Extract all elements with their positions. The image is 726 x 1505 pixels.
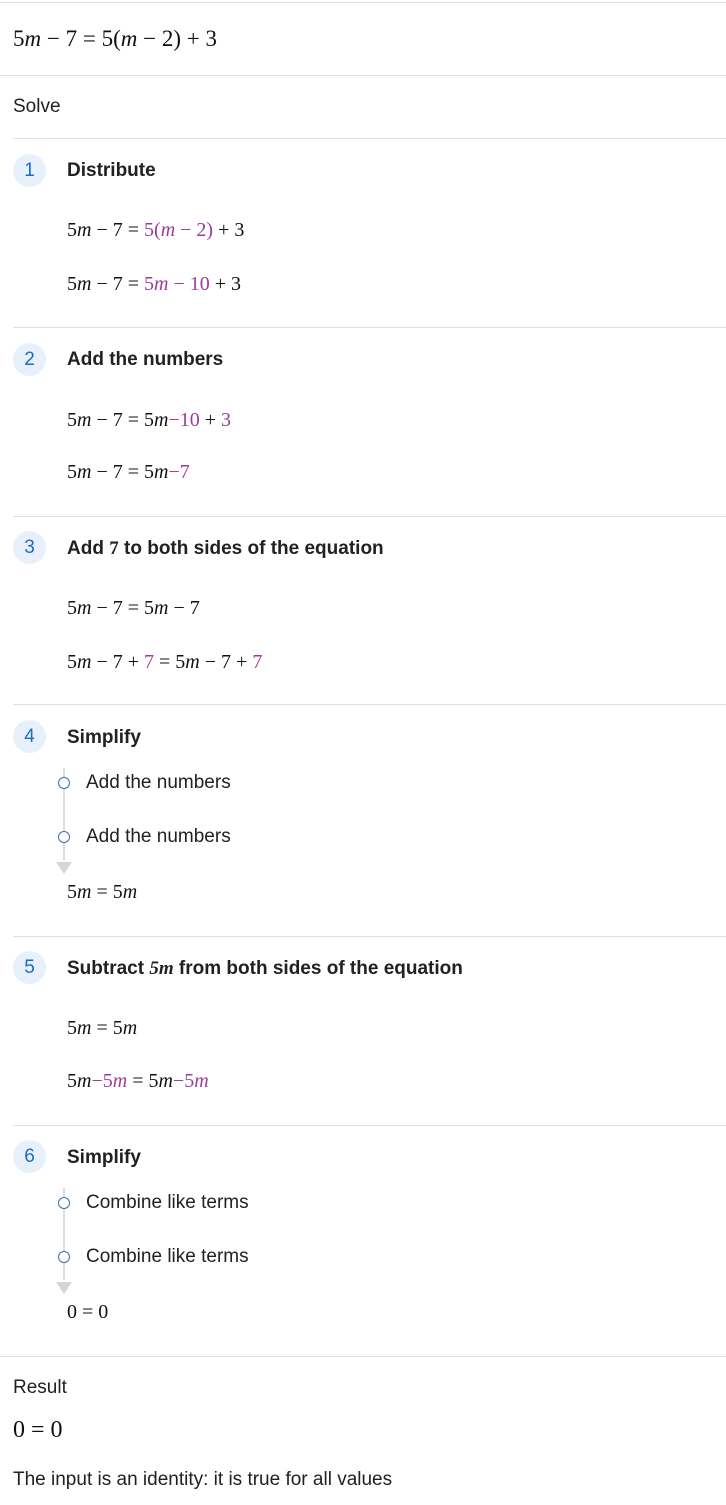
step-title-suffix: to both sides of the equation <box>124 538 384 559</box>
step-title-suffix: from both sides of the equation <box>178 958 463 979</box>
step-line: 5m − 7 = 5m − 7 <box>67 597 200 619</box>
substep-item[interactable]: Add the numbers <box>86 772 231 794</box>
step-number-badge: 5 <box>13 951 46 984</box>
step-line: 5m − 7 = 5m − 10 + 3 <box>67 273 242 295</box>
input-equation: 5m − 7 = 5(m − 2) + 3 <box>13 26 217 51</box>
step-line: 5m−5m = 5m−5m <box>67 1070 209 1092</box>
step-title: Simplify <box>67 1147 141 1168</box>
result-label: Result <box>13 1377 67 1398</box>
step-title: Add 7 to both sides of the equation <box>67 538 384 560</box>
divider <box>13 704 726 705</box>
divider <box>0 1356 726 1357</box>
divider <box>13 327 726 328</box>
step-title: Simplify <box>67 727 141 748</box>
step-line: 5m = 5m <box>67 1017 138 1039</box>
timeline-dot-icon[interactable] <box>58 1197 70 1209</box>
solve-label: Solve <box>13 96 61 117</box>
divider <box>13 516 726 517</box>
step-number-badge: 3 <box>13 531 46 564</box>
step-number-badge: 4 <box>13 720 46 753</box>
step-title-term: 7 <box>109 538 119 559</box>
step-number-badge: 2 <box>13 343 46 376</box>
substep-item[interactable]: Add the numbers <box>86 826 231 848</box>
step-title: Subtract 5m from both sides of the equat… <box>67 958 463 980</box>
arrow-down-icon <box>56 1282 72 1294</box>
step-number-badge: 6 <box>13 1140 46 1173</box>
substep-item[interactable]: Combine like terms <box>86 1192 249 1214</box>
step-line: 5m − 7 + 7 = 5m − 7 + 7 <box>67 651 263 673</box>
divider <box>13 936 726 937</box>
divider <box>0 75 726 76</box>
divider <box>0 2 726 3</box>
step-result: 5m = 5m <box>67 881 138 903</box>
divider <box>13 1125 726 1126</box>
timeline-dot-icon[interactable] <box>58 777 70 789</box>
step-line: 5m − 7 = 5(m − 2) + 3 <box>67 219 245 241</box>
step-result: 0 = 0 <box>67 1301 109 1323</box>
result-note: The input is an identity: it is true for… <box>13 1469 393 1490</box>
step-title-term: 5m <box>149 958 174 979</box>
step-line: 5m − 7 = 5m−7 <box>67 461 190 483</box>
timeline-dot-icon[interactable] <box>58 1251 70 1263</box>
step-title-prefix: Add <box>67 538 104 559</box>
result-equation: 0 = 0 <box>13 1417 63 1443</box>
step-title: Distribute <box>67 160 156 181</box>
arrow-down-icon <box>56 862 72 874</box>
step-title-prefix: Subtract <box>67 958 145 979</box>
timeline-dot-icon[interactable] <box>58 831 70 843</box>
divider <box>13 138 726 139</box>
step-line: 5m − 7 = 5m−10 + 3 <box>67 409 232 431</box>
substep-item[interactable]: Combine like terms <box>86 1246 249 1268</box>
step-title: Add the numbers <box>67 349 224 370</box>
step-number-badge: 1 <box>13 154 46 187</box>
